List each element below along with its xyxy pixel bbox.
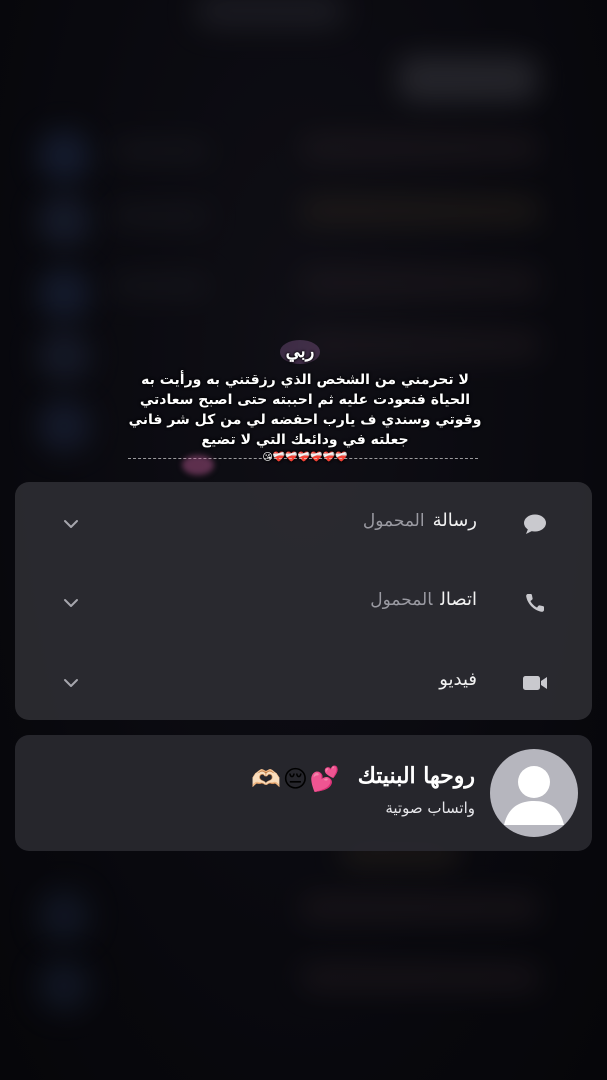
contact-emoji: 🫶🏻😔💕 [251, 765, 342, 793]
contact-subtitle: واتساب صوتية [385, 799, 475, 817]
menu-item-video[interactable]: فيديو [15, 643, 592, 723]
contact-card[interactable]: روحها البنيتك 🫶🏻😔💕 واتساب صوتية [15, 735, 592, 851]
menu-item-label: فيديو [439, 669, 477, 690]
person-avatar-icon[interactable] [490, 749, 578, 837]
caption-text: لا تحرمني من الشخص الذي رزقتني به ورأيت … [128, 372, 482, 448]
caption-sticker [182, 455, 214, 475]
menu-item-label: اتصال المحمول [370, 589, 477, 610]
message-icon [520, 509, 550, 539]
phone-icon [520, 588, 550, 618]
contact-name: روحها البنيتك [357, 763, 475, 789]
caption-divider [128, 458, 478, 459]
caption-overlay: ربي لا تحرمني من الشخص الذي رزقتني به ور… [120, 340, 490, 464]
menu-item-label: رسالة المحمول [363, 510, 477, 531]
video-icon [520, 668, 550, 698]
contact-action-menu: رسالة المحمول اتصال المحمول فيديو [15, 482, 592, 720]
menu-item-call[interactable]: اتصال المحمول [15, 563, 592, 643]
chevron-down-icon[interactable] [59, 591, 83, 615]
menu-item-title: فيديو [439, 669, 477, 690]
caption-title: ربي [279, 340, 321, 364]
menu-item-title: رسالة [432, 510, 477, 531]
chevron-down-icon[interactable] [59, 512, 83, 536]
screen: ربي لا تحرمني من الشخص الذي رزقتني به ور… [0, 0, 607, 1080]
menu-item-title: اتصال [440, 589, 477, 610]
menu-item-subtitle: المحمول [362, 511, 425, 531]
chevron-down-icon[interactable] [59, 671, 83, 695]
menu-item-message[interactable]: رسالة المحمول [15, 484, 592, 564]
menu-item-subtitle: المحمول [370, 590, 433, 610]
